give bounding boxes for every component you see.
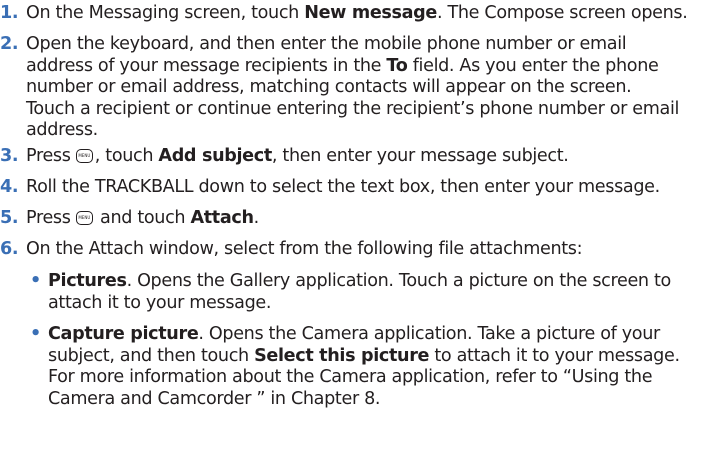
step-4: 4. Roll the TRACKBALL down to select the… xyxy=(0,177,722,199)
step-text: Open the keyboard, and then enter the mo… xyxy=(26,34,627,54)
step-number: 4. xyxy=(0,177,19,197)
step-text: . The Compose screen opens. xyxy=(437,3,688,23)
step-text: address of your message recipients in th… xyxy=(26,55,387,76)
bullet-text: . Opens the Camera application. Take a p… xyxy=(198,324,660,344)
bullet-text: attach it to your message. xyxy=(48,292,272,313)
step-text: On the Attach window, select from the fo… xyxy=(26,239,583,259)
menu-key-icon: MENU xyxy=(75,149,93,163)
bullet-title: Pictures xyxy=(48,271,127,291)
step-number: 5. xyxy=(0,208,19,228)
step-text: , then enter your message subject. xyxy=(271,146,569,166)
step-text: Touch a recipient or continue entering t… xyxy=(26,98,680,119)
step-text: field. As you enter the phone xyxy=(407,55,659,76)
step-text: On the Messaging screen, touch xyxy=(26,3,305,23)
menu-key-label: MENU xyxy=(78,153,91,158)
bullet-item-capture-picture: • Capture picture. Opens the Camera appl… xyxy=(0,324,722,410)
bullet-bold-term: Select this picture xyxy=(254,345,430,366)
step-bold-term: Add subject xyxy=(158,146,272,166)
bullet-text: subject, and then touch xyxy=(48,345,255,366)
step-number: 3. xyxy=(0,146,19,166)
step-number: 2. xyxy=(0,34,19,54)
bullet-text: For more information about the Camera ap… xyxy=(48,367,653,387)
step-bold-term: To xyxy=(386,55,408,76)
menu-key-label: MENU xyxy=(78,215,91,220)
bullet-icon: • xyxy=(30,324,41,344)
menu-key-icon: MENU xyxy=(75,211,93,225)
step-text: , touch xyxy=(94,146,159,166)
bullet-title: Capture picture xyxy=(48,324,199,344)
step-text: and touch xyxy=(94,208,191,228)
bullet-text: Camera and Camcorder ” in Chapter 8. xyxy=(48,388,381,409)
step-text: . xyxy=(253,208,260,228)
step-1: 1. On the Messaging screen, touch New me… xyxy=(0,3,722,25)
step-text: number or email address, matching contac… xyxy=(26,77,632,97)
step-text: Roll the TRACKBALL down to select the te… xyxy=(26,177,660,197)
step-6: 6. On the Attach window, select from the… xyxy=(0,239,722,261)
step-text: Press xyxy=(26,146,76,166)
bullet-text: to attach it to your message. xyxy=(429,345,680,366)
instructions-page: 1. On the Messaging screen, touch New me… xyxy=(0,0,722,461)
step-number: 6. xyxy=(0,239,19,259)
step-2: 2. Open the keyboard, and then enter the… xyxy=(0,34,722,142)
step-number: 1. xyxy=(0,3,19,23)
step-bold-term: New message xyxy=(304,3,437,23)
step-bold-term: Attach xyxy=(190,208,254,228)
bullet-icon: • xyxy=(30,271,41,291)
bullet-item-pictures: • Pictures. Opens the Gallery applicatio… xyxy=(0,271,722,314)
step-5: 5. Press MENU and touch Attach. xyxy=(0,208,722,230)
step-text: address. xyxy=(26,120,98,140)
bullet-text: . Opens the Gallery application. Touch a… xyxy=(126,271,672,291)
step-3: 3. Press MENU, touch Add subject, then e… xyxy=(0,146,722,168)
step-text: Press xyxy=(26,208,76,228)
